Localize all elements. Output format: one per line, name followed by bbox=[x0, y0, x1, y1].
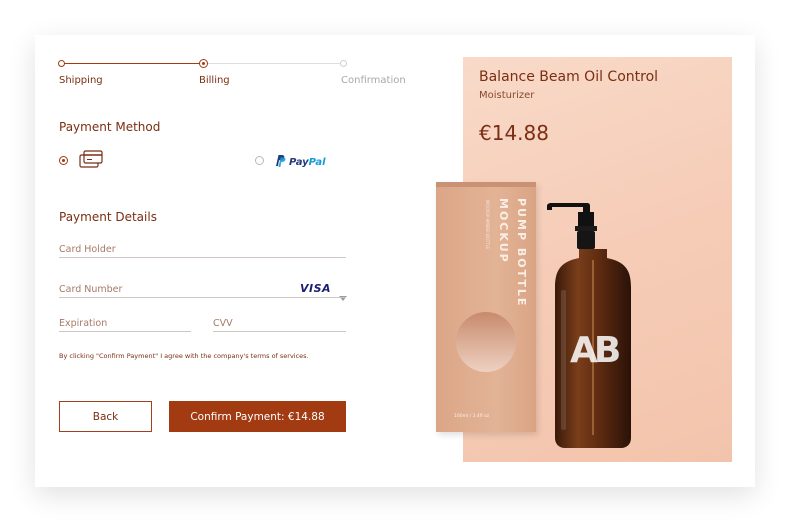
product-box-top bbox=[436, 182, 536, 187]
step-dot-billing-inner bbox=[201, 61, 205, 65]
bottle-logo: AB bbox=[570, 330, 619, 371]
expiration-underline bbox=[59, 331, 191, 332]
stepper-line-completed bbox=[62, 63, 203, 64]
paypal-text-light: Pal bbox=[309, 157, 326, 168]
paypal-radio[interactable] bbox=[255, 156, 264, 165]
card-number-underline bbox=[59, 297, 346, 298]
cvv-underline bbox=[213, 331, 346, 332]
step-dot-billing[interactable] bbox=[199, 59, 208, 68]
card-radio-dot bbox=[61, 158, 65, 162]
step-label-shipping[interactable]: Shipping bbox=[59, 75, 103, 86]
step-label-confirmation[interactable]: Confirmation bbox=[341, 75, 406, 86]
chevron-down-icon[interactable] bbox=[339, 286, 347, 305]
payment-details-title: Payment Details bbox=[59, 210, 157, 224]
step-dot-confirmation[interactable] bbox=[340, 60, 347, 67]
terms-text: By clicking "Confirm Payment" I agree wi… bbox=[59, 352, 309, 360]
credit-card-icon[interactable] bbox=[79, 150, 103, 172]
product-subtitle: Moisturizer bbox=[479, 90, 535, 101]
paypal-text: PayPal bbox=[289, 157, 326, 168]
product-box-circle bbox=[456, 312, 516, 372]
pump-bottle-image: AB bbox=[543, 202, 643, 456]
card-number-placeholder[interactable]: Card Number bbox=[59, 284, 122, 295]
card-holder-placeholder[interactable]: Card Holder bbox=[59, 244, 116, 255]
product-box-title-1: PUMP BOTTLE bbox=[515, 198, 528, 308]
confirm-payment-button[interactable]: Confirm Payment: €14.88 bbox=[169, 401, 346, 432]
back-button[interactable]: Back bbox=[59, 401, 152, 432]
step-label-billing[interactable]: Billing bbox=[199, 75, 230, 86]
product-box-volume: 100ml / 3.4fl oz bbox=[454, 414, 490, 419]
card-radio[interactable] bbox=[59, 156, 68, 165]
paypal-logo[interactable]: PayPal bbox=[275, 153, 337, 172]
paypal-text-dark: Pay bbox=[289, 157, 309, 168]
visa-logo: VISA bbox=[300, 282, 332, 295]
stepper-line-pending bbox=[203, 63, 343, 64]
expiration-placeholder[interactable]: Expiration bbox=[59, 318, 107, 329]
product-box-title-2: MOCKUP bbox=[497, 198, 510, 264]
cvv-placeholder[interactable]: CVV bbox=[213, 318, 233, 329]
card-holder-underline bbox=[59, 257, 346, 258]
product-box: PUMP BOTTLE MOCKUP MOCKUP AMBER BOTTLE 1… bbox=[436, 182, 536, 432]
product-box-small-text: MOCKUP AMBER BOTTLE bbox=[485, 200, 490, 250]
product-name: Balance Beam Oil Control bbox=[479, 69, 659, 85]
product-price: €14.88 bbox=[479, 121, 549, 145]
step-dot-shipping[interactable] bbox=[58, 60, 65, 67]
payment-method-title: Payment Method bbox=[59, 120, 161, 134]
